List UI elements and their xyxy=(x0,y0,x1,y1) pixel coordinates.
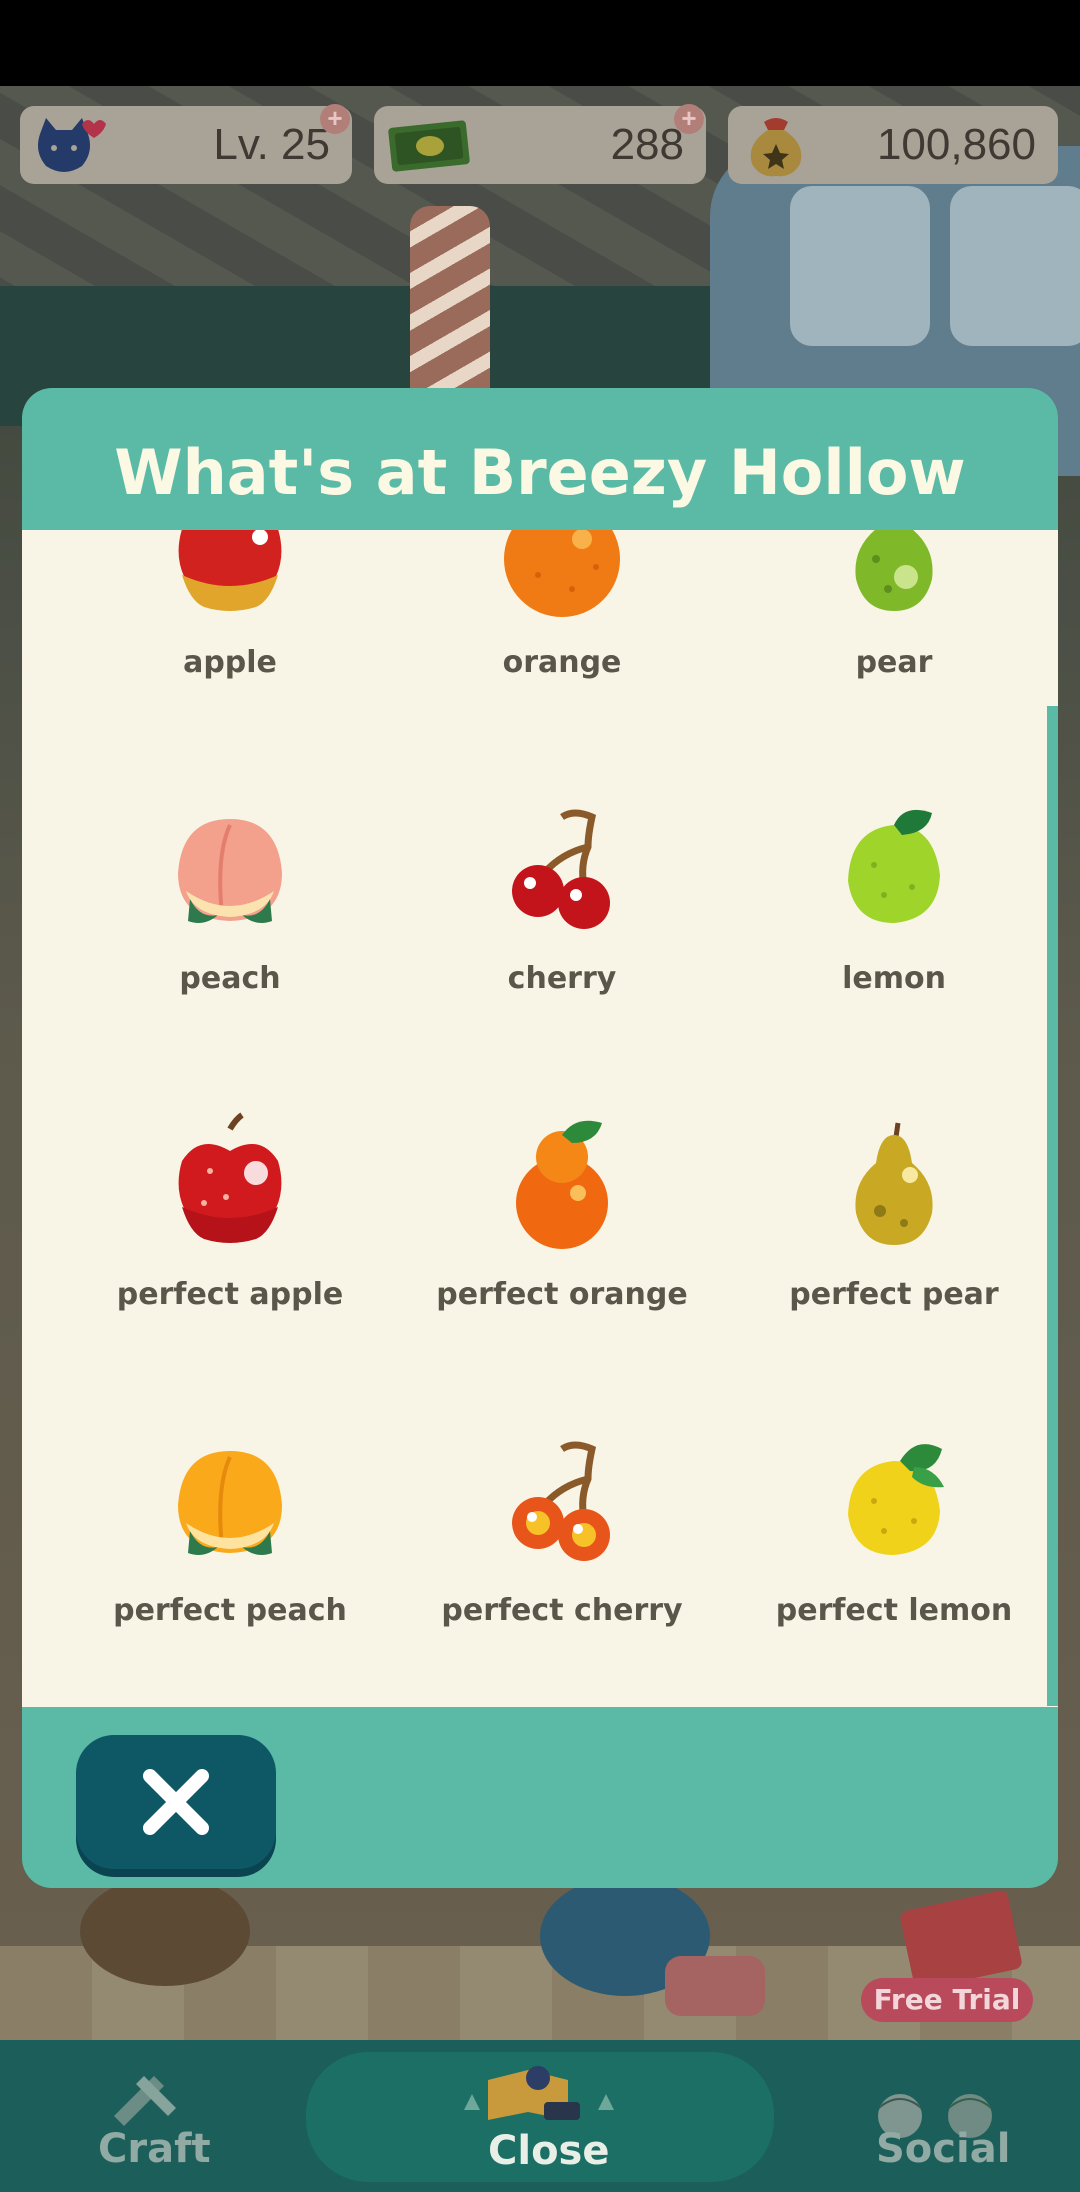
breezy-hollow-modal: What's at Breezy Hollow apple orange pea… xyxy=(22,388,1058,1888)
item-list[interactable]: apple orange pear peach cherry lemon per… xyxy=(22,530,1047,1707)
list-item[interactable]: lemon xyxy=(724,751,1047,1067)
nav-craft-label[interactable]: Craft xyxy=(98,2126,211,2172)
item-label: cherry xyxy=(507,961,617,996)
craft-icon xyxy=(114,2076,176,2126)
map-camper-icon xyxy=(464,2066,614,2120)
list-item[interactable]: perfect peach xyxy=(60,1383,400,1699)
nav-social-label[interactable]: Social xyxy=(876,2126,1010,2172)
item-label: perfect apple xyxy=(116,1277,344,1312)
van-window xyxy=(950,186,1080,346)
close-button[interactable] xyxy=(76,1735,276,1869)
perfect-cherry-icon xyxy=(512,1441,610,1561)
item-label: pear xyxy=(855,645,933,680)
item-label: perfect peach xyxy=(113,1593,347,1628)
free-trial-badge[interactable]: Free Trial xyxy=(861,1978,1033,2022)
list-item[interactable]: orange xyxy=(392,530,732,751)
close-icon xyxy=(143,1769,209,1835)
item-label: perfect cherry xyxy=(441,1593,683,1628)
ticket-plus-icon[interactable]: + xyxy=(674,104,704,134)
cat-heart-icon xyxy=(38,118,106,172)
perfect-apple-icon xyxy=(178,1112,282,1243)
list-item[interactable]: perfect cherry xyxy=(392,1383,732,1699)
leaf-ticket-icon xyxy=(388,120,470,172)
pear-icon xyxy=(855,530,933,611)
list-item[interactable]: perfect pear xyxy=(724,1067,1047,1383)
perfect-pear-icon xyxy=(855,1122,933,1245)
list-item[interactable]: perfect lemon xyxy=(724,1383,1047,1699)
item-label: lemon xyxy=(842,961,946,996)
item-label: apple xyxy=(183,645,277,680)
bell-bag-icon xyxy=(750,118,802,177)
van-window xyxy=(790,186,930,346)
level-plus-icon[interactable]: + xyxy=(320,104,350,134)
item-label: perfect pear xyxy=(789,1277,999,1312)
perfect-peach-icon xyxy=(178,1451,282,1555)
list-item[interactable]: pear xyxy=(724,530,1047,751)
bells-count: 100,860 xyxy=(876,120,1036,169)
camper-icon xyxy=(665,1956,765,2016)
list-item[interactable]: perfect orange xyxy=(392,1067,732,1383)
apple-icon xyxy=(178,530,282,611)
ticket-count: 288 xyxy=(610,120,684,169)
list-item[interactable]: cherry xyxy=(392,751,732,1067)
item-label: peach xyxy=(179,961,281,996)
item-label: perfect orange xyxy=(436,1277,688,1312)
cherry-icon xyxy=(512,809,610,929)
peach-icon xyxy=(178,819,282,923)
level-label: Lv. 25 xyxy=(213,120,330,169)
item-label: orange xyxy=(502,645,622,680)
list-item[interactable]: apple xyxy=(60,530,400,751)
scrollbar[interactable] xyxy=(1047,706,1058,1706)
level-pill[interactable]: Lv. 25 + xyxy=(20,104,352,184)
nav-close-label[interactable]: Close xyxy=(488,2128,609,2174)
map-location xyxy=(80,1876,250,1986)
modal-title: What's at Breezy Hollow xyxy=(114,436,966,509)
item-label: perfect lemon xyxy=(775,1593,1013,1628)
orange-icon xyxy=(504,530,620,617)
leaf-ticket-pill[interactable]: 288 + xyxy=(374,104,706,184)
perfect-lemon-icon xyxy=(848,1444,944,1555)
list-item[interactable]: perfect apple xyxy=(60,1067,400,1383)
lemon-icon xyxy=(848,809,940,923)
list-item[interactable]: peach xyxy=(60,751,400,1067)
perfect-orange-icon xyxy=(516,1120,608,1249)
bells-pill: 100,860 xyxy=(728,106,1058,184)
